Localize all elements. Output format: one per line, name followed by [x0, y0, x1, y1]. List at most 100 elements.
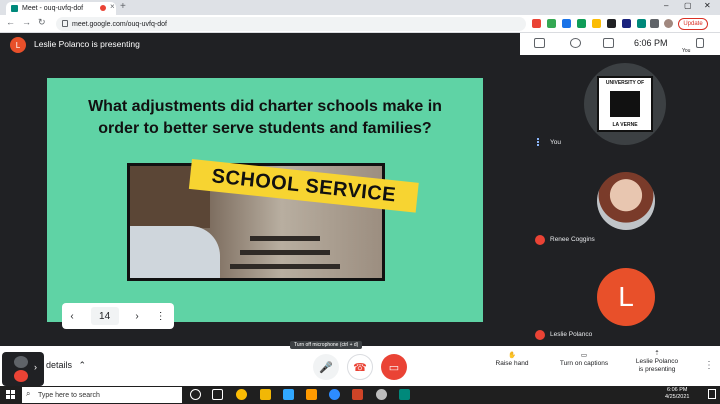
- speaking-indicator-icon: [537, 138, 543, 146]
- task-view-icon[interactable]: [212, 389, 223, 400]
- face-mask: [130, 226, 220, 278]
- extension-icon[interactable]: [592, 19, 601, 28]
- illustrator-icon[interactable]: [306, 389, 317, 400]
- extension-icon[interactable]: [637, 19, 646, 28]
- presenter-text: Leslie Polanco is presenting: [34, 39, 140, 49]
- chevron-up-icon: ⌃: [78, 360, 87, 370]
- photoshop-icon[interactable]: [283, 389, 294, 400]
- participant-photo-renee: [597, 172, 655, 230]
- taskbar-clock[interactable]: 6:06 PM 4/25/2021: [665, 387, 689, 401]
- present-screen-icon: ⇡: [654, 350, 660, 357]
- browser-tab[interactable]: Meet - ouq-uvfq-dof ×: [6, 2, 116, 15]
- slide-title: What adjustments did charter schools mak…: [60, 96, 470, 140]
- extension-icon[interactable]: [532, 19, 541, 28]
- presenting-button[interactable]: ⇡ Leslie Polanco is presenting: [632, 350, 682, 374]
- raise-hand-label: Raise hand: [495, 360, 529, 367]
- search-placeholder: Type here to search: [38, 391, 100, 399]
- forward-icon[interactable]: →: [22, 17, 31, 27]
- presenter-avatar: L: [10, 37, 26, 53]
- taskbar-date: 4/25/2021: [665, 394, 690, 400]
- powerpoint-icon[interactable]: [352, 389, 363, 400]
- participant-name: You: [550, 139, 561, 146]
- presenting-label-1: Leslie Polanco: [635, 358, 679, 365]
- microphone-button[interactable]: 🎤: [313, 354, 339, 380]
- file-explorer-icon[interactable]: [260, 389, 271, 400]
- update-button[interactable]: Update: [678, 18, 708, 30]
- meeting-details-button[interactable]: details ⌃: [46, 360, 86, 371]
- slide-page-number[interactable]: 14: [90, 307, 119, 325]
- mic-off-icon: [535, 330, 545, 340]
- mic-off-icon: [535, 235, 545, 245]
- stop-share-icon[interactable]: [14, 370, 28, 382]
- microphone-icon: 🎤: [319, 361, 333, 374]
- desk-shape: [250, 236, 320, 241]
- extension-icon[interactable]: [607, 19, 616, 28]
- details-label: details: [46, 360, 73, 370]
- extension-icon[interactable]: [622, 19, 631, 28]
- camera-off-icon: ▭: [388, 361, 400, 374]
- university-logo: UNIVERSITY OF LA VERNE: [597, 76, 653, 132]
- mic-tooltip: Turn off microphone (ctrl + d): [290, 341, 363, 349]
- chat-icon[interactable]: [603, 38, 614, 48]
- new-tab-button[interactable]: +: [120, 1, 126, 12]
- pause-icon[interactable]: [14, 356, 28, 368]
- camera-button[interactable]: ▭: [381, 354, 407, 380]
- slide-title-line-1: What adjustments did charter schools mak…: [88, 98, 442, 115]
- windows-start-icon[interactable]: [6, 390, 16, 400]
- desk-shape: [230, 264, 340, 269]
- extension-icon[interactable]: [547, 19, 556, 28]
- hand-icon: ✋: [507, 352, 517, 359]
- desk-shape: [240, 250, 330, 255]
- chrome-icon[interactable]: [236, 389, 247, 400]
- participant-name: Renee Coggins: [550, 236, 595, 243]
- hang-up-icon: ☎: [353, 361, 367, 374]
- close-window-button[interactable]: ✕: [704, 1, 711, 10]
- app-icon[interactable]: [376, 389, 387, 400]
- back-icon[interactable]: ←: [6, 17, 15, 27]
- participant-tile-you: UNIVERSITY OF LA VERNE: [584, 63, 666, 145]
- self-view-icon[interactable]: [696, 38, 704, 48]
- captions-button[interactable]: ▭ Turn on captions: [556, 352, 612, 368]
- meeting-clock: 6:06 PM: [634, 38, 668, 48]
- taskbar-search-input[interactable]: ⌕ Type here to search: [22, 387, 182, 403]
- zoom-icon[interactable]: [329, 389, 340, 400]
- raise-hand-button[interactable]: ✋ Raise hand: [494, 352, 530, 368]
- screen-share-widget[interactable]: ›: [2, 352, 44, 386]
- logo-text-top: UNIVERSITY OF: [605, 80, 645, 86]
- maximize-button[interactable]: ▢: [684, 1, 692, 10]
- tab-close-icon[interactable]: ×: [110, 2, 115, 11]
- taskbar-time: 6:06 PM: [666, 387, 688, 393]
- slide-title-line-2: order to better serve students and famil…: [98, 120, 432, 137]
- search-icon: ⌕: [26, 389, 31, 398]
- next-slide-button[interactable]: ›: [135, 311, 138, 322]
- slide-more-button[interactable]: ⋮: [156, 311, 166, 322]
- extension-icon[interactable]: [577, 19, 586, 28]
- self-view-label: You: [682, 48, 691, 54]
- participant-name: Leslie Polanco: [550, 331, 593, 338]
- reload-icon[interactable]: ↻: [38, 17, 46, 28]
- address-bar[interactable]: meet.google.com/ouq-uvfq-dof: [56, 17, 526, 31]
- people-icon[interactable]: [570, 38, 581, 48]
- chevron-right-icon[interactable]: ›: [34, 362, 37, 372]
- profile-avatar[interactable]: [664, 19, 673, 28]
- extensions-puzzle-icon[interactable]: [650, 19, 659, 28]
- slide-pager: ‹ 14 › ⋮: [62, 303, 174, 329]
- tab-title: Meet - ouq-uvfq-dof: [22, 5, 84, 12]
- cortana-icon[interactable]: [190, 389, 201, 400]
- notifications-icon[interactable]: [708, 389, 716, 399]
- lock-icon: [62, 20, 68, 27]
- minimize-button[interactable]: –: [664, 1, 668, 10]
- meet-app-icon[interactable]: [399, 389, 410, 400]
- meet-favicon-icon: [11, 5, 18, 12]
- prev-slide-button[interactable]: ‹: [70, 311, 73, 322]
- leave-call-button[interactable]: ☎: [347, 354, 373, 380]
- presenting-label-2: is presenting: [638, 366, 676, 373]
- url-text: meet.google.com/ouq-uvfq-dof: [72, 20, 167, 28]
- extension-icon[interactable]: [562, 19, 571, 28]
- recording-dot-icon: [100, 5, 106, 11]
- more-options-icon[interactable]: ⋮: [704, 360, 714, 371]
- logo-text-bottom: LA VERNE: [612, 122, 638, 128]
- captions-icon: ▭: [580, 352, 588, 359]
- building-icon: [610, 91, 640, 117]
- present-icon[interactable]: [534, 38, 545, 48]
